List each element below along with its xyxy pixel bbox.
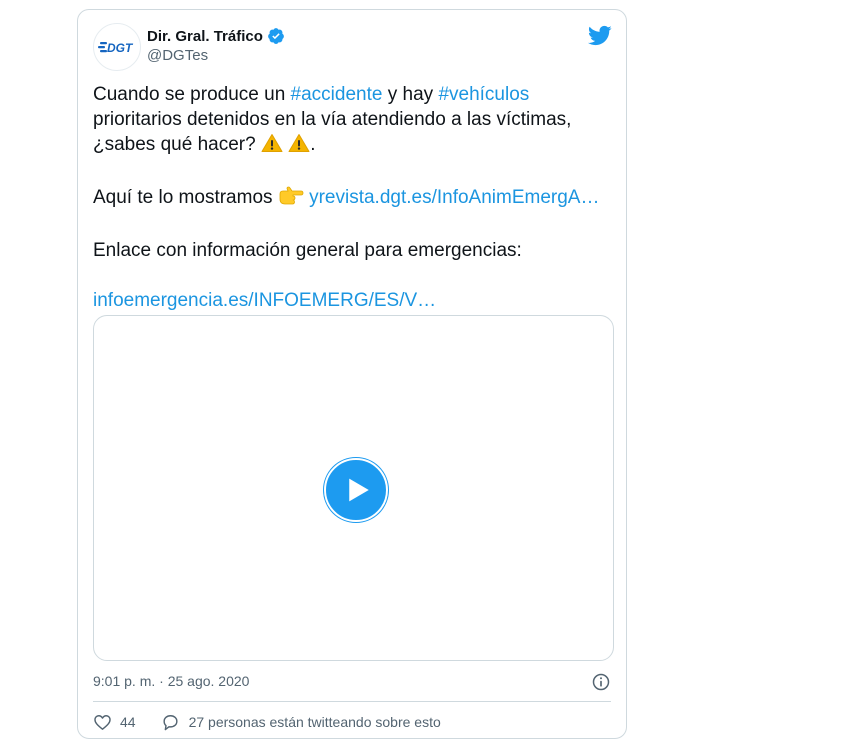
author-name[interactable]: Dir. Gral. Tráfico — [147, 28, 263, 45]
like-button[interactable]: 44 — [93, 713, 136, 732]
author-handle[interactable]: @DGTes — [147, 47, 285, 64]
tweet-meta: 9:01 p. m. · 25 ago. 2020 — [93, 672, 611, 692]
play-button[interactable] — [324, 458, 388, 522]
tweet-header: DGT Dir. Gral. Tráfico @DGTes — [93, 23, 612, 73]
conversation-text: 27 personas están twitteando sobre esto — [188, 714, 441, 730]
tweet-text-segment: prioritarios detenidos en la vía atendie… — [93, 109, 572, 130]
tweet-timestamp[interactable]: 9:01 p. m. · 25 ago. 2020 — [93, 673, 249, 689]
yrevista-link[interactable]: yrevista.dgt.es/InfoAnimEmergA… — [309, 187, 599, 208]
conversation-button[interactable]: 27 personas están twitteando sobre esto — [161, 713, 441, 732]
pointing-hand-icon — [278, 186, 304, 213]
avatar[interactable]: DGT — [93, 23, 141, 71]
verified-badge-icon — [267, 27, 285, 45]
tweet-text: Cuando se produce un #accidente y hay #v… — [93, 82, 613, 313]
tweet-actions: 44 27 personas están twitteando sobre es… — [93, 712, 611, 732]
tweet-text-segment: y hay — [382, 84, 439, 105]
dgt-logo-icon: DGT — [98, 41, 134, 55]
info-icon[interactable] — [591, 672, 611, 692]
tweet-card: DGT Dir. Gral. Tráfico @DGTes Cuando se — [77, 9, 627, 739]
tweet-paragraph-1: Cuando se produce un #accidente y hay #v… — [93, 82, 613, 160]
divider — [93, 701, 611, 702]
tweet-paragraph-4: infoemergencia.es/INFOEMERG/ES/V… — [93, 288, 613, 313]
tweet-paragraph-2: Aquí te lo mostramos yrevista.dgt.es/Inf… — [93, 185, 613, 213]
infoemergencia-link[interactable]: infoemergencia.es/INFOEMERG/ES/V… — [93, 290, 436, 311]
dgt-logo-text: DGT — [107, 41, 134, 55]
hashtag-vehiculos-link[interactable]: #vehículos — [438, 84, 529, 105]
like-count: 44 — [120, 714, 136, 730]
author-info: Dir. Gral. Tráfico @DGTes — [147, 27, 285, 64]
video-player[interactable] — [93, 315, 614, 661]
warning-icon — [288, 133, 310, 160]
tweet-paragraph-3: Enlace con información general para emer… — [93, 240, 522, 261]
tweet-text-segment: . — [310, 134, 316, 155]
warning-icon — [261, 133, 283, 160]
heart-icon — [94, 714, 111, 730]
twitter-bird-icon[interactable] — [587, 23, 612, 48]
tweet-text-segment: Cuando se produce un — [93, 84, 291, 105]
tweet-text-segment: Aquí te lo mostramos — [93, 187, 278, 208]
tweet-text-segment: ¿sabes qué hacer? — [93, 134, 261, 155]
play-icon — [348, 478, 369, 502]
hashtag-accidente-link[interactable]: #accidente — [291, 84, 383, 105]
author-name-row: Dir. Gral. Tráfico — [147, 27, 285, 45]
speech-bubble-icon — [163, 714, 178, 730]
